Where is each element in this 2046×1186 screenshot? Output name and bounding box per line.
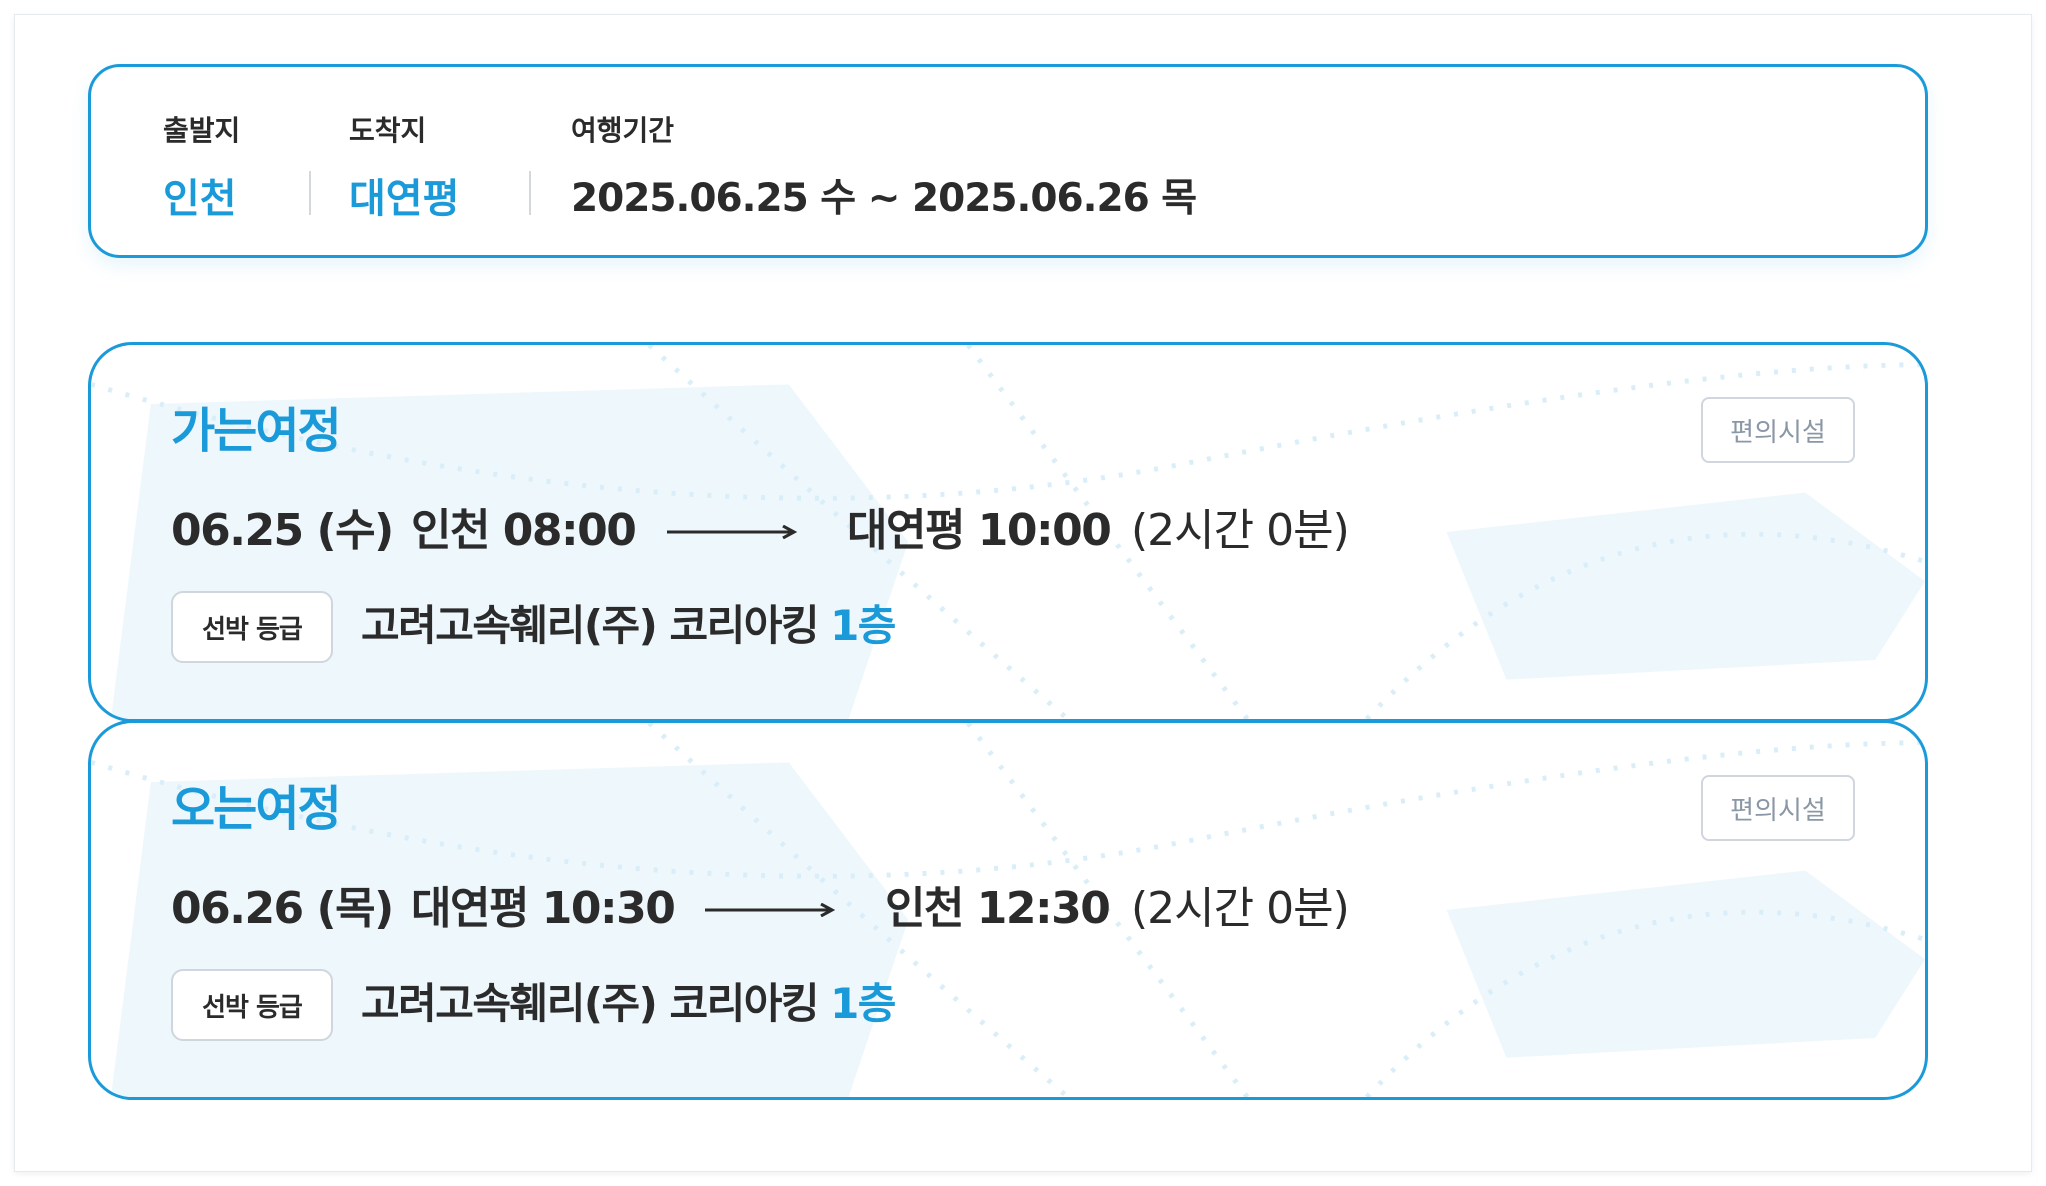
ship-name: 고려고속훼리(주) 코리아킹 [361,601,820,650]
departure-group: 출발지 인천 [163,111,240,229]
departure-time: 인천 08:00 [411,505,637,556]
facilities-button[interactable]: 편의시설 [1701,775,1855,841]
departure-date: 06.26 (목) [171,883,394,934]
summary-divider [529,171,531,215]
ship-name: 고려고속훼리(주) 코리아킹 [361,979,820,1028]
return-title: 오는여정 [171,781,342,837]
outbound-journey-card: 가는여정 편의시설 06.25 (수) 인천 08:00 대연평 10:00 (… [88,342,1928,722]
arrival-time: 인천 12:30 [885,883,1111,934]
ship-info: 고려고속훼리(주) 코리아킹 1층 [361,973,896,1035]
facilities-button[interactable]: 편의시설 [1701,397,1855,463]
arrival-time: 대연평 10:00 [847,505,1112,556]
long-right-arrow-icon [667,525,797,539]
period-label: 여행기간 [571,114,675,147]
departure-date: 06.25 (수) [171,505,394,556]
journey-separator [144,719,1872,722]
ship-grade-badge: 선박 등급 [171,969,333,1041]
summary-divider [309,171,311,215]
ship-floor: 1층 [830,979,896,1028]
long-right-arrow-icon [705,903,835,917]
arrival-value: 대연평 [349,176,460,222]
ship-floor: 1층 [830,601,896,650]
return-journey-card: 오는여정 편의시설 06.26 (목) 대연평 10:30 인천 12:30 (… [88,720,1928,1100]
period-group: 여행기간 2025.06.25 수 ~ 2025.06.26 목 [571,111,1197,229]
ship-info: 고려고속훼리(주) 코리아킹 1층 [361,595,896,657]
trip-duration: (2시간 0분) [1131,505,1350,556]
ship-grade-badge: 선박 등급 [171,591,333,663]
departure-label: 출발지 [163,114,241,147]
departure-time: 대연평 10:30 [411,883,676,934]
arrival-group: 도착지 대연평 [349,111,459,229]
trip-duration: (2시간 0분) [1131,883,1350,934]
departure-value: 인천 [163,176,237,222]
trip-summary-card: 출발지 인천 도착지 대연평 여행기간 2025.06.25 수 ~ 2025.… [88,64,1928,258]
arrival-label: 도착지 [349,114,427,147]
period-value: 2025.06.25 수 ~ 2025.06.26 목 [571,176,1197,221]
outbound-title: 가는여정 [171,403,342,459]
